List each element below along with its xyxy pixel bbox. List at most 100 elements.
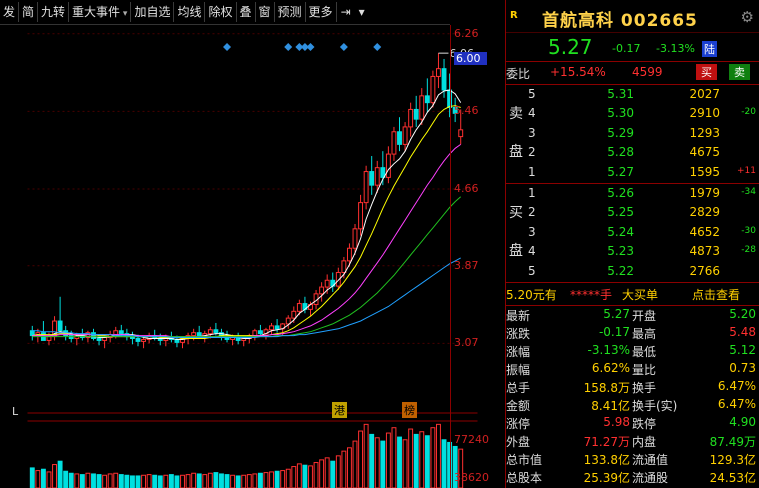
sell-order-row[interactable]: 2 5.28 4675 — [506, 143, 759, 162]
volume-bar — [185, 474, 191, 488]
candle-body — [269, 325, 274, 331]
stat-row: 最新 5.27 开盘 5.20 — [506, 306, 759, 324]
candle-body — [363, 171, 369, 204]
order-price: 5.25 — [607, 205, 634, 220]
volume-bar — [408, 428, 414, 488]
stat-key: 流通值 — [632, 453, 669, 467]
candle-body — [191, 332, 197, 337]
stat-value: 129.3亿 — [709, 453, 756, 467]
price-axis: 6.26 6.00 5.46 4.66 3.87 3.07 77240 38620 — [450, 25, 506, 488]
volume-bar — [380, 440, 386, 488]
sell-order-row[interactable]: 4 5.30 2910 -20 — [506, 104, 759, 123]
sell-order-row[interactable]: 3 5.29 1293 — [506, 124, 759, 143]
event-diamond-marker — [284, 43, 293, 51]
stock-name[interactable]: 首航高科 002665 — [542, 6, 698, 31]
view-details-link[interactable]: 点击查看 — [692, 286, 740, 303]
toolbar-item-3[interactable]: 重大事件 — [69, 2, 132, 22]
order-qty: 1979 — [689, 186, 720, 200]
buy-order-row[interactable]: 2 5.25 2829 — [506, 203, 759, 222]
volume-bar — [113, 472, 119, 488]
stat-value: 5.98 — [603, 415, 630, 429]
stat-key: 换手(实) — [632, 399, 678, 413]
event-diamond-marker — [223, 43, 232, 51]
collapse-panel-icon[interactable]: ⇥ — [337, 5, 355, 19]
candle-body — [341, 260, 347, 273]
toolbar-item-9[interactable]: 预测 — [275, 2, 306, 22]
stat-key: 总股本 — [506, 471, 543, 485]
stat-value: 5.20 — [729, 307, 756, 321]
stat-key: 涨停 — [506, 417, 531, 431]
price-tick-2: 5.46 — [454, 104, 479, 118]
volume-bar — [352, 440, 358, 488]
kline-chart[interactable]: 6.06 — [0, 25, 505, 488]
stat-value: -3.13% — [587, 343, 630, 357]
event-diamond-marker — [339, 43, 348, 51]
ma5-line — [32, 89, 462, 340]
volume-bar — [313, 462, 319, 488]
volume-bar — [363, 423, 369, 488]
buy-order-row[interactable]: 5 5.22 2766 — [506, 262, 759, 281]
buy-order-row[interactable]: 1 5.26 1979 -34 — [506, 184, 759, 203]
stat-key: 涨幅 — [506, 345, 531, 359]
ma20-line — [32, 143, 461, 338]
tag-bang[interactable]: 榜 — [402, 402, 417, 418]
order-qty: 1293 — [689, 125, 720, 140]
sell-order-row[interactable]: 1 5.27 1595 +11 — [506, 163, 759, 182]
order-qty: 4652 — [689, 224, 720, 239]
period-label: L — [12, 405, 19, 418]
toolbar-item-4[interactable]: 加自选 — [131, 2, 175, 22]
volume-bar — [241, 474, 247, 488]
order-delta: -30 — [741, 225, 756, 236]
order-qty: 4873 — [689, 244, 720, 259]
big-order-row: 5.20元有 *****手 大买单 点击查看 — [506, 283, 759, 306]
volume-bar — [52, 464, 57, 488]
toolbar-item-6[interactable]: 除权 — [205, 2, 237, 22]
order-price: 5.30 — [607, 106, 634, 121]
gear-icon[interactable]: ⚙ — [741, 8, 754, 26]
buy-button[interactable]: 买 — [696, 64, 717, 80]
toolbar-item-2[interactable]: 九转 — [38, 2, 70, 22]
candle-body — [436, 68, 441, 77]
toolbar-item-5[interactable]: 均线 — [174, 2, 206, 22]
order-level: 3 — [528, 125, 536, 140]
volume-bar — [107, 473, 113, 488]
tag-gang[interactable]: 港 — [332, 402, 347, 418]
buy-order-row[interactable]: 3 5.24 4652 -30 — [506, 223, 759, 242]
volume-bar — [141, 474, 147, 488]
volume-bar — [219, 473, 224, 488]
stat-value: 4.90 — [729, 415, 756, 429]
sell-order-row[interactable]: 5 5.31 2027 — [506, 85, 759, 104]
weibi-row: 委比 +15.54% 4599 买 卖 — [506, 62, 759, 85]
volume-bar — [296, 463, 302, 488]
volume-bar — [285, 468, 291, 488]
candle-body — [346, 247, 352, 262]
sell-button[interactable]: 卖 — [729, 64, 750, 80]
toolbar-item-7[interactable]: 叠 — [237, 2, 256, 22]
order-level: 5 — [528, 263, 536, 278]
volume-bar — [335, 455, 341, 488]
volume-bar — [246, 474, 252, 488]
order-price: 5.22 — [607, 263, 634, 278]
volume-bar — [202, 474, 208, 488]
candle-body — [113, 330, 119, 336]
order-level: 2 — [528, 205, 536, 220]
candle-body — [257, 330, 263, 335]
order-level: 3 — [528, 224, 536, 239]
toolbar-item-8[interactable]: 窗 — [256, 2, 275, 22]
price-change-pct: -3.13% — [656, 42, 695, 55]
volume-bar — [91, 473, 96, 488]
buy-order-row[interactable]: 4 5.23 4873 -28 — [506, 242, 759, 261]
toolbar-item-1[interactable]: 简 — [19, 2, 39, 22]
order-level: 5 — [528, 87, 536, 101]
stat-row: 涨幅 -3.13% 最低 5.12 — [506, 342, 759, 360]
order-qty: 2910 — [689, 106, 720, 121]
volume-bar — [419, 431, 425, 488]
chevron-down-icon[interactable]: ▾ — [355, 5, 369, 19]
volume-tick-1: 38620 — [454, 471, 489, 484]
stat-row: 涨跌 -0.17 最高 5.48 — [506, 324, 759, 342]
stat-value: 87.49万 — [709, 435, 756, 449]
toolbar-item-0[interactable]: 发 — [0, 2, 20, 22]
toolbar-item-10[interactable]: 更多 — [306, 2, 337, 22]
stat-value: 5.27 — [603, 307, 630, 321]
volume-bar — [146, 474, 152, 488]
